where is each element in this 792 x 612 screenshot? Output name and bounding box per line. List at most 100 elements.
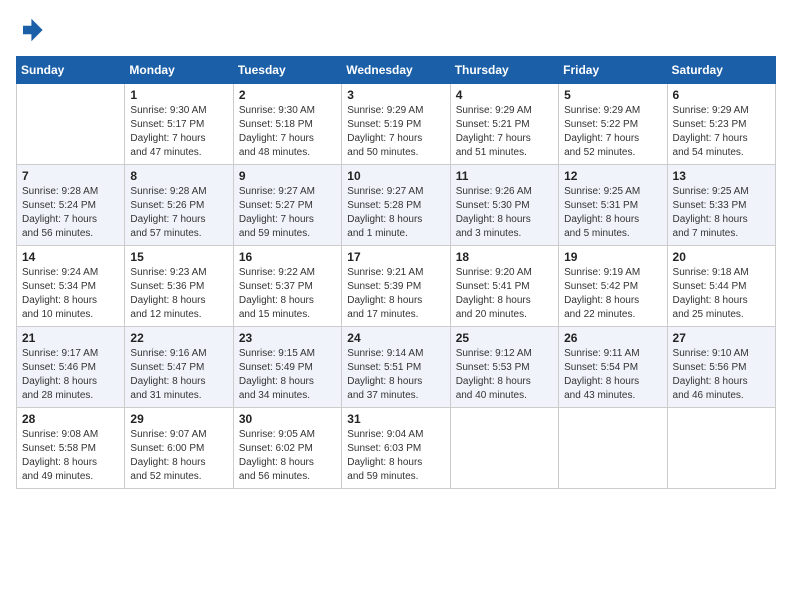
day-info: Sunrise: 9:30 AM Sunset: 5:17 PM Dayligh… [130,104,227,160]
header-cell-sunday: Sunday [17,57,125,84]
calendar-cell: 18 Sunrise: 9:20 AM Sunset: 5:41 PM Dayli… [450,246,558,327]
day-info: Sunrise: 9:27 AM Sunset: 5:28 PM Dayligh… [347,185,444,241]
day-number: 18 [456,250,553,264]
calendar-cell: 24 Sunrise: 9:14 AM Sunset: 5:51 PM Dayli… [342,327,450,408]
calendar-cell: 5 Sunrise: 9:29 AM Sunset: 5:22 PM Daylig… [559,84,667,165]
day-number: 22 [130,331,227,345]
day-info: Sunrise: 9:29 AM Sunset: 5:21 PM Dayligh… [456,104,553,160]
main-container: SundayMondayTuesdayWednesdayThursdayFrid… [0,0,792,497]
calendar-cell: 8Sunrise: 9:28 AM Sunset: 5:26 PM Daylig… [125,165,233,246]
day-number: 16 [239,250,336,264]
day-number: 9 [239,169,336,183]
calendar-cell: 25 Sunrise: 9:12 AM Sunset: 5:53 PM Dayli… [450,327,558,408]
day-number: 25 [456,331,553,345]
calendar-cell: 22 Sunrise: 9:16 AM Sunset: 5:47 PM Dayli… [125,327,233,408]
day-info: Sunrise: 9:26 AM Sunset: 5:30 PM Dayligh… [456,185,553,241]
day-number: 8 [130,169,227,183]
header-row: SundayMondayTuesdayWednesdayThursdayFrid… [17,57,776,84]
day-number: 13 [673,169,770,183]
day-info: Sunrise: 9:18 AM Sunset: 5:44 PM Dayligh… [673,266,770,322]
day-info: Sunrise: 9:28 AM Sunset: 5:24 PM Dayligh… [22,185,119,241]
day-number: 28 [22,412,119,426]
day-number: 11 [456,169,553,183]
calendar-cell: 7 Sunrise: 9:28 AM Sunset: 5:24 PM Daylig… [17,165,125,246]
day-info: Sunrise: 9:10 AM Sunset: 5:56 PM Dayligh… [673,347,770,403]
week-row-4: 21Sunrise: 9:17 AM Sunset: 5:46 PM Dayli… [17,327,776,408]
calendar-cell [667,408,775,489]
calendar-cell: 23 Sunrise: 9:15 AM Sunset: 5:49 PM Dayli… [233,327,341,408]
day-number: 15 [130,250,227,264]
logo [16,16,48,44]
calendar-cell: 3Sunrise: 9:29 AM Sunset: 5:19 PM Daylig… [342,84,450,165]
day-number: 12 [564,169,661,183]
day-info: Sunrise: 9:24 AM Sunset: 5:34 PM Dayligh… [22,266,119,322]
calendar-cell: 4 Sunrise: 9:29 AM Sunset: 5:21 PM Daylig… [450,84,558,165]
day-number: 6 [673,88,770,102]
calendar-cell: 10 Sunrise: 9:27 AM Sunset: 5:28 PM Dayli… [342,165,450,246]
calendar-cell: 9 Sunrise: 9:27 AM Sunset: 5:27 PM Daylig… [233,165,341,246]
calendar-cell [17,84,125,165]
week-row-1: 1Sunrise: 9:30 AM Sunset: 5:17 PM Daylig… [17,84,776,165]
header-cell-tuesday: Tuesday [233,57,341,84]
day-number: 26 [564,331,661,345]
day-number: 31 [347,412,444,426]
calendar-cell [559,408,667,489]
calendar-table: SundayMondayTuesdayWednesdayThursdayFrid… [16,56,776,489]
day-info: Sunrise: 9:11 AM Sunset: 5:54 PM Dayligh… [564,347,661,403]
day-number: 30 [239,412,336,426]
day-number: 10 [347,169,444,183]
day-number: 7 [22,169,119,183]
logo-icon [16,16,44,44]
calendar-cell [450,408,558,489]
day-number: 14 [22,250,119,264]
day-info: Sunrise: 9:14 AM Sunset: 5:51 PM Dayligh… [347,347,444,403]
week-row-3: 14 Sunrise: 9:24 AM Sunset: 5:34 PM Dayli… [17,246,776,327]
day-number: 24 [347,331,444,345]
calendar-cell: 27 Sunrise: 9:10 AM Sunset: 5:56 PM Dayli… [667,327,775,408]
day-number: 2 [239,88,336,102]
calendar-cell: 2 Sunrise: 9:30 AM Sunset: 5:18 PM Daylig… [233,84,341,165]
day-number: 27 [673,331,770,345]
day-info: Sunrise: 9:21 AM Sunset: 5:39 PM Dayligh… [347,266,444,322]
day-info: Sunrise: 9:12 AM Sunset: 5:53 PM Dayligh… [456,347,553,403]
day-info: Sunrise: 9:05 AM Sunset: 6:02 PM Dayligh… [239,428,336,484]
week-row-2: 7 Sunrise: 9:28 AM Sunset: 5:24 PM Daylig… [17,165,776,246]
day-info: Sunrise: 9:23 AM Sunset: 5:36 PM Dayligh… [130,266,227,322]
day-number: 29 [130,412,227,426]
day-info: Sunrise: 9:20 AM Sunset: 5:41 PM Dayligh… [456,266,553,322]
calendar-cell: 29 Sunrise: 9:07 AM Sunset: 6:00 PM Dayli… [125,408,233,489]
day-info: Sunrise: 9:15 AM Sunset: 5:49 PM Dayligh… [239,347,336,403]
calendar-cell: 21Sunrise: 9:17 AM Sunset: 5:46 PM Dayli… [17,327,125,408]
calendar-body: 1Sunrise: 9:30 AM Sunset: 5:17 PM Daylig… [17,84,776,489]
header-cell-saturday: Saturday [667,57,775,84]
calendar-cell: 15 Sunrise: 9:23 AM Sunset: 5:36 PM Dayli… [125,246,233,327]
calendar-cell: 12 Sunrise: 9:25 AM Sunset: 5:31 PM Dayli… [559,165,667,246]
day-number: 5 [564,88,661,102]
day-number: 4 [456,88,553,102]
calendar-cell: 6 Sunrise: 9:29 AM Sunset: 5:23 PM Daylig… [667,84,775,165]
calendar-cell: 26 Sunrise: 9:11 AM Sunset: 5:54 PM Dayli… [559,327,667,408]
day-info: Sunrise: 9:25 AM Sunset: 5:33 PM Dayligh… [673,185,770,241]
day-info: Sunrise: 9:30 AM Sunset: 5:18 PM Dayligh… [239,104,336,160]
calendar-cell: 14 Sunrise: 9:24 AM Sunset: 5:34 PM Dayli… [17,246,125,327]
day-info: Sunrise: 9:16 AM Sunset: 5:47 PM Dayligh… [130,347,227,403]
header-cell-thursday: Thursday [450,57,558,84]
day-number: 20 [673,250,770,264]
calendar-cell: 16Sunrise: 9:22 AM Sunset: 5:37 PM Dayli… [233,246,341,327]
day-number: 23 [239,331,336,345]
calendar-cell: 13 Sunrise: 9:25 AM Sunset: 5:33 PM Dayli… [667,165,775,246]
calendar-cell: 30 Sunrise: 9:05 AM Sunset: 6:02 PM Dayli… [233,408,341,489]
header-cell-monday: Monday [125,57,233,84]
calendar-cell: 17 Sunrise: 9:21 AM Sunset: 5:39 PM Dayli… [342,246,450,327]
day-info: Sunrise: 9:29 AM Sunset: 5:23 PM Dayligh… [673,104,770,160]
day-info: Sunrise: 9:07 AM Sunset: 6:00 PM Dayligh… [130,428,227,484]
day-info: Sunrise: 9:27 AM Sunset: 5:27 PM Dayligh… [239,185,336,241]
day-info: Sunrise: 9:25 AM Sunset: 5:31 PM Dayligh… [564,185,661,241]
header-cell-wednesday: Wednesday [342,57,450,84]
calendar-cell: 20 Sunrise: 9:18 AM Sunset: 5:44 PM Dayli… [667,246,775,327]
day-number: 19 [564,250,661,264]
day-info: Sunrise: 9:29 AM Sunset: 5:22 PM Dayligh… [564,104,661,160]
calendar-cell: 19Sunrise: 9:19 AM Sunset: 5:42 PM Dayli… [559,246,667,327]
week-row-5: 28Sunrise: 9:08 AM Sunset: 5:58 PM Dayli… [17,408,776,489]
day-number: 17 [347,250,444,264]
